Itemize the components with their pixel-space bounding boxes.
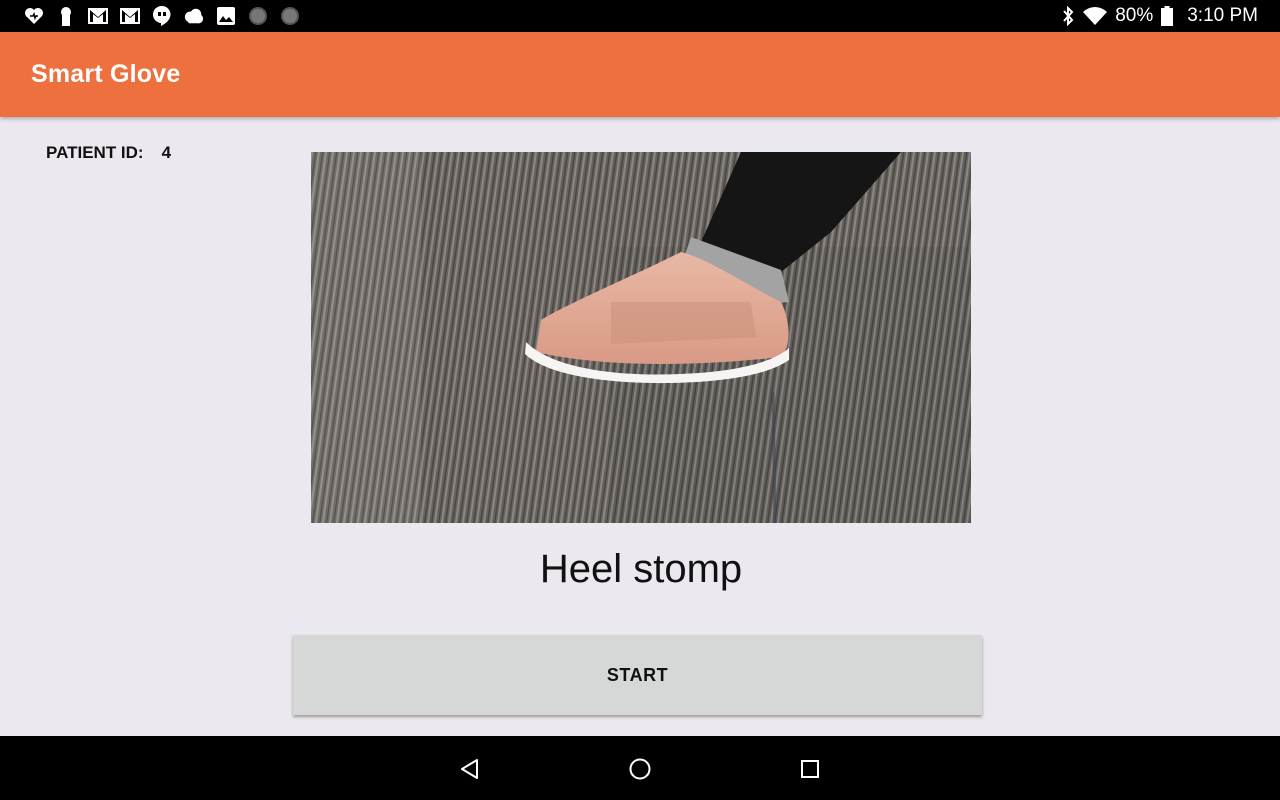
hangouts-icon [152,6,172,26]
heart-icon [24,6,44,26]
main-content: PATIENT ID: 4 Heel stomp START [0,117,1280,736]
patient-id-value: 4 [161,143,172,162]
bluetooth-icon [1061,6,1075,26]
clock: 3:10 PM [1187,5,1258,26]
keyhole-icon [56,6,76,26]
navigation-bar [0,736,1280,800]
wifi-icon [1083,7,1108,25]
system-indicators: 80% 3:10 PM [1061,4,1258,28]
battery-icon [1161,6,1174,26]
patient-id-label: PATIENT ID: [46,143,144,162]
notification-icons [24,6,300,26]
gmail-icon [88,6,108,26]
exercise-name: Heel stomp [539,547,743,591]
circle-icon [248,6,268,26]
gmail-icon [120,6,140,26]
status-bar: 80% 3:10 PM [0,0,1280,32]
recents-icon[interactable] [795,754,825,784]
image-icon [216,6,236,26]
back-icon[interactable] [455,754,485,784]
battery-percent: 80% [1115,5,1154,26]
cloud-icon [184,6,204,26]
exercise-image [311,152,971,523]
circle-icon [280,6,300,26]
start-button[interactable]: START [293,635,982,715]
app-bar: Smart Glove [0,32,1280,117]
home-icon[interactable] [625,754,655,784]
app-title: Smart Glove [31,60,181,88]
patient-id-row: PATIENT ID: 4 [46,143,171,163]
